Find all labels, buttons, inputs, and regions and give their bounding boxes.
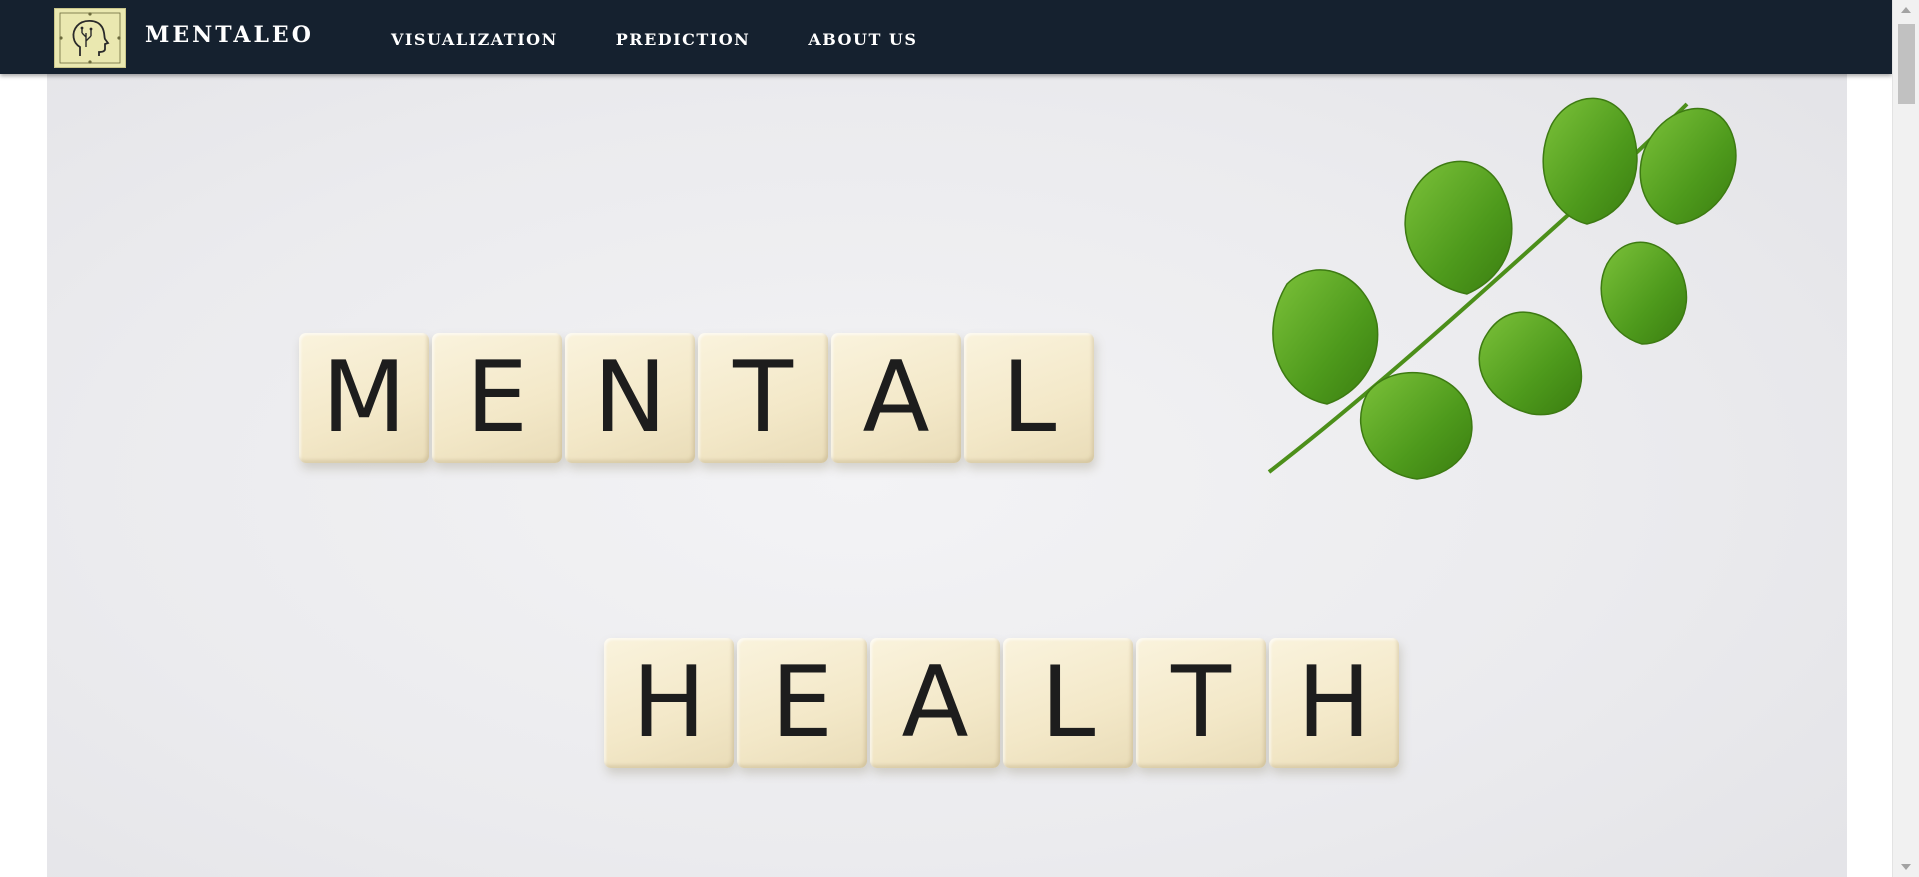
vertical-scrollbar[interactable] bbox=[1892, 0, 1919, 877]
letter-tile: T bbox=[698, 333, 828, 463]
letter-tile: A bbox=[870, 638, 1000, 768]
tiles-row-health: H E A L T H bbox=[604, 638, 1399, 768]
letter-tile: E bbox=[737, 638, 867, 768]
letter-tile: H bbox=[1269, 638, 1399, 768]
nav-link-prediction[interactable]: PREDICTION bbox=[616, 32, 751, 48]
brand-name[interactable]: MENTALEO bbox=[145, 24, 314, 46]
letter-tile: M bbox=[299, 333, 429, 463]
logo[interactable] bbox=[54, 8, 126, 68]
letter-tile: L bbox=[964, 333, 1094, 463]
hero-banner: M E N T A L H E A L T H bbox=[47, 0, 1847, 877]
nav-links: VISUALIZATION PREDICTION ABOUT US bbox=[391, 32, 917, 48]
leaf-sprig-icon bbox=[1267, 97, 1737, 480]
letter-tile: A bbox=[831, 333, 961, 463]
letter-tile: L bbox=[1003, 638, 1133, 768]
letter-tile: H bbox=[604, 638, 734, 768]
top-navbar: MENTALEO VISUALIZATION PREDICTION ABOUT … bbox=[0, 0, 1892, 74]
head-circuit-icon bbox=[59, 12, 121, 64]
nav-link-about-us[interactable]: ABOUT US bbox=[808, 32, 917, 48]
scroll-thumb[interactable] bbox=[1898, 24, 1915, 104]
nav-link-visualization[interactable]: VISUALIZATION bbox=[391, 32, 558, 48]
scroll-up-icon[interactable] bbox=[1901, 7, 1911, 13]
scroll-down-icon[interactable] bbox=[1901, 864, 1911, 870]
letter-tile: N bbox=[565, 333, 695, 463]
letter-tile: T bbox=[1136, 638, 1266, 768]
page: M E N T A L H E A L T H MENTALEO VISUALI… bbox=[0, 0, 1919, 877]
letter-tile: E bbox=[432, 333, 562, 463]
tiles-row-mental: M E N T A L bbox=[299, 333, 1094, 463]
